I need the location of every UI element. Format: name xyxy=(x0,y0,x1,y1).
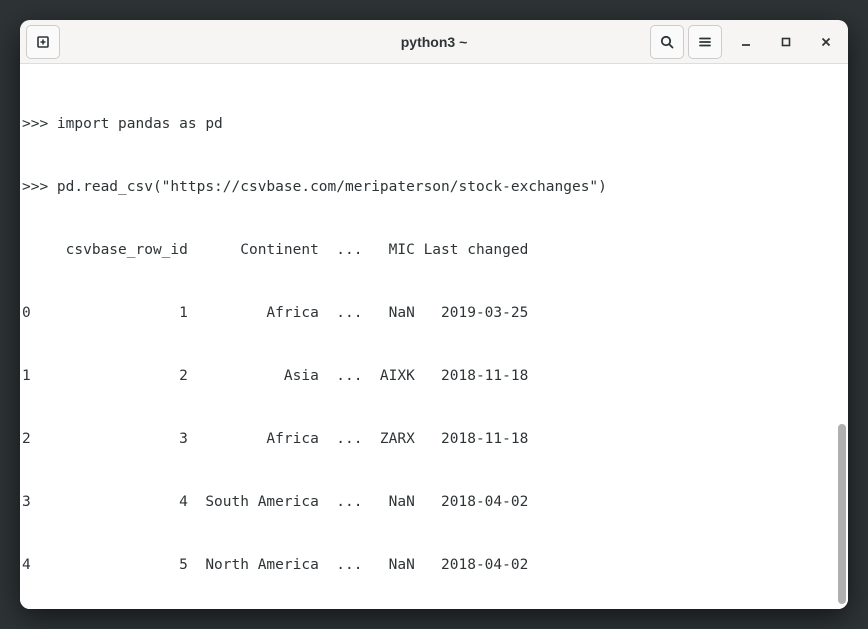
menu-button[interactable] xyxy=(688,25,722,59)
terminal-line: csvbase_row_id Continent ... MIC Last ch… xyxy=(22,240,846,261)
terminal-line: 2 3 Africa ... ZARX 2018-11-18 xyxy=(22,429,846,450)
terminal-line: >>> pd.read_csv("https://csvbase.com/mer… xyxy=(22,177,846,198)
search-icon xyxy=(659,34,675,50)
minimize-button[interactable] xyxy=(730,26,762,58)
new-tab-icon xyxy=(35,34,51,50)
search-button[interactable] xyxy=(650,25,684,59)
terminal-line: 0 1 Africa ... NaN 2019-03-25 xyxy=(22,303,846,324)
scrollbar-thumb[interactable] xyxy=(838,424,846,604)
minimize-icon xyxy=(740,36,752,48)
terminal-line: 4 5 North America ... NaN 2018-04-02 xyxy=(22,555,846,576)
terminal-line: 1 2 Asia ... AIXK 2018-11-18 xyxy=(22,366,846,387)
titlebar: python3 ~ xyxy=(20,20,848,64)
hamburger-icon xyxy=(697,34,713,50)
terminal-area[interactable]: >>> import pandas as pd >>> pd.read_csv(… xyxy=(20,64,848,609)
close-icon xyxy=(820,36,832,48)
new-tab-button[interactable] xyxy=(26,25,60,59)
maximize-icon xyxy=(780,36,792,48)
terminal-line: >>> import pandas as pd xyxy=(22,114,846,135)
close-button[interactable] xyxy=(810,26,842,58)
terminal-line: 3 4 South America ... NaN 2018-04-02 xyxy=(22,492,846,513)
terminal-window: python3 ~ xyxy=(20,20,848,609)
maximize-button[interactable] xyxy=(770,26,802,58)
